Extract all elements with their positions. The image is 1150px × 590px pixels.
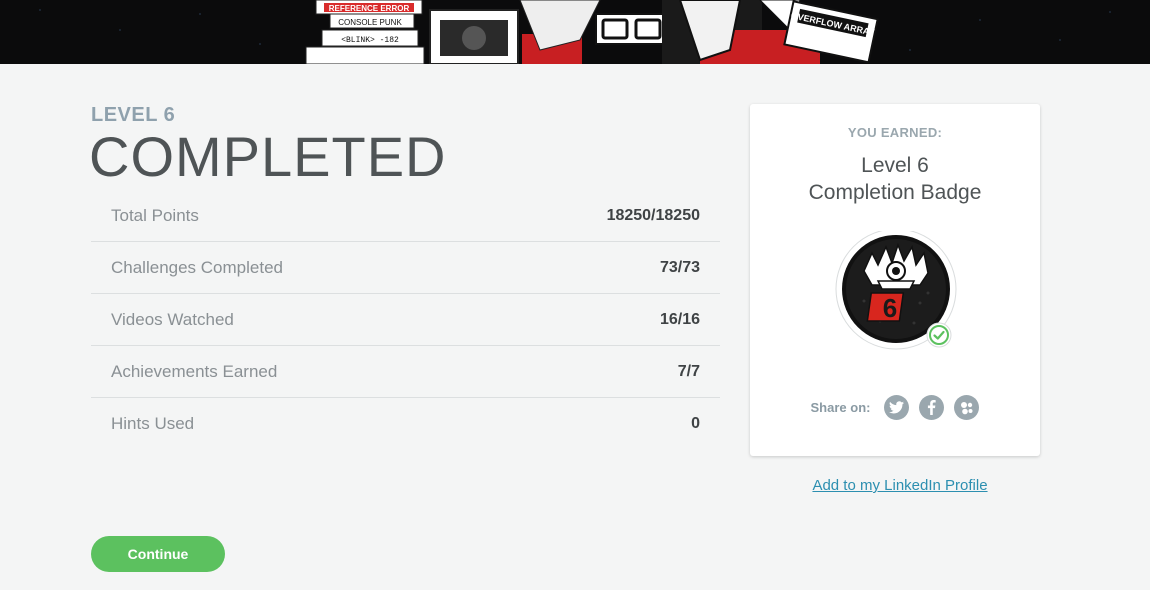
stat-label: Videos Watched [111, 309, 234, 329]
facebook-icon[interactable] [919, 395, 945, 420]
stat-row-hints-used: Hints Used 0 [91, 398, 720, 450]
stat-value: 7/7 [677, 362, 700, 380]
tape-stack-illustration: REFERENCE ERROR CONSOLE PUNK <BLINK> -18… [305, 0, 425, 64]
amplifier-illustration [429, 9, 519, 64]
stat-row-challenges-completed: Challenges Completed 73/73 [91, 242, 720, 294]
twitter-icon[interactable] [884, 395, 910, 420]
stat-row-videos-watched: Videos Watched 16/16 [91, 294, 720, 346]
google-plus-icon[interactable] [954, 395, 980, 420]
add-to-linkedin-link[interactable]: Add to my LinkedIn Profile [750, 477, 1050, 494]
stats-list: Total Points 18250/18250 Challenges Comp… [91, 190, 720, 450]
stat-value: 73/73 [659, 258, 700, 276]
sticker-blink: <BLINK> -182 [341, 36, 399, 45]
stat-label: Achievements Earned [111, 361, 278, 381]
you-earned-label: YOU EARNED: [847, 125, 943, 140]
stat-row-total-points: Total Points 18250/18250 [91, 190, 720, 242]
stat-label: Hints Used [111, 414, 195, 433]
hero-banner: REFERENCE ERROR CONSOLE PUNK <BLINK> -18… [0, 0, 1150, 64]
stat-label: Challenges Completed [111, 257, 283, 277]
stat-row-achievements-earned: Achievements Earned 7/7 [91, 346, 720, 398]
stat-value: 0 [691, 415, 700, 432]
sticker-reference-error: REFERENCE ERROR [329, 4, 410, 13]
badge-name-line-2: Completion Badge [808, 181, 982, 204]
badge-name-line-1: Level 6 [861, 154, 929, 177]
stat-label: Total Points [111, 205, 199, 225]
badge-name: Level 6 Completion Badge [750, 152, 1040, 206]
stat-value: 16/16 [659, 310, 700, 328]
completed-title: COMPLETED [89, 125, 447, 188]
hero-illustration: REFERENCE ERROR CONSOLE PUNK <BLINK> -18… [0, 0, 1150, 64]
share-row: Share on: [750, 395, 1040, 420]
badge-digit: 6 [883, 293, 897, 323]
continue-button[interactable]: Continue [91, 536, 225, 572]
check-circle-icon [926, 322, 952, 348]
share-label: Share on: [810, 400, 871, 415]
sticker-console-punk: CONSOLE PUNK [338, 18, 402, 27]
badge-card: YOU EARNED: Level 6 Completion Badge 6 S… [750, 104, 1040, 456]
stat-value: 18250/18250 [606, 206, 700, 224]
